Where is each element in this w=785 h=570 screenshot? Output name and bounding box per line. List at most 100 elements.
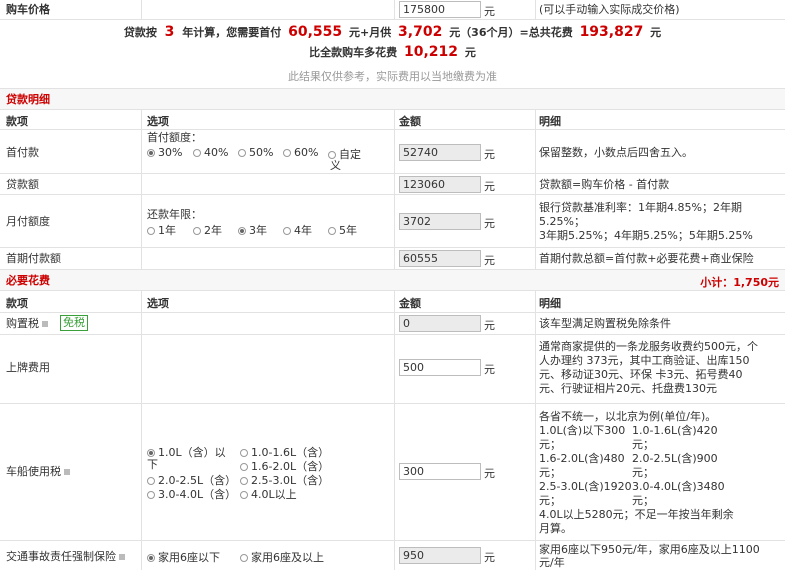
down-sub-label: 首付额度： (147, 131, 202, 144)
plate-detail-3: 元、移动证30元、环保 卡3元、拓号费40 (539, 368, 743, 381)
info-icon[interactable] (42, 321, 48, 327)
col-item: 款项 (6, 115, 28, 128)
vehicle-unit: 元 (484, 467, 495, 480)
radio-year-1[interactable]: 1年 (147, 222, 176, 238)
radio-year-5[interactable]: 5年 (328, 222, 357, 238)
monthly-payment: 3,702 (398, 24, 443, 40)
radio-dot (240, 477, 248, 485)
vehicle-detail: 元； (632, 494, 654, 507)
vehicle-tax-label: 车船使用税 (6, 465, 61, 478)
vehicle-detail: 元； (539, 466, 561, 479)
radio-label: 4.0L以上 (251, 488, 297, 501)
vehicle-tax-input[interactable] (399, 463, 481, 480)
radio-label: 60% (294, 146, 319, 159)
info-icon[interactable] (119, 554, 125, 560)
col-amount: 金额 (399, 297, 421, 310)
vehicle-detail: 1.6-2.0L(含)480 (539, 452, 625, 465)
extra-cost: 10,212 (403, 44, 459, 60)
radio-dot (238, 149, 246, 157)
col-amount: 金额 (399, 115, 421, 128)
row-label-vehicle: 车船使用税 (6, 465, 70, 478)
radio-label: 40% (204, 146, 229, 159)
insurance-unit: 元 (484, 551, 495, 564)
monthly-payment-input[interactable] (399, 213, 481, 230)
summary-text: 元+月供 (348, 26, 392, 39)
radio-dot (147, 449, 155, 457)
loan-amount-unit: 元 (484, 180, 495, 193)
loan-years: 3 (164, 24, 175, 40)
radio-displacement-1[interactable]: 1.0L（含）以 (147, 444, 226, 460)
total-cost: 193,827 (579, 24, 644, 40)
vehicle-detail: 2.0-2.5L(含)900 (632, 452, 718, 465)
radio-dot (240, 463, 248, 471)
radio-dot (238, 227, 246, 235)
monthly-sub-label: 还款年限： (147, 208, 202, 221)
vehicle-detail: 元； (632, 466, 654, 479)
tax-free-badge: 免税 (60, 315, 88, 331)
info-icon[interactable] (64, 469, 70, 475)
radio-down-40[interactable]: 40% (193, 146, 228, 159)
radio-displacement-7[interactable]: 4.0L以上 (240, 486, 297, 502)
summary-line-2: 比全款购车多花费 10,212 元 (0, 44, 785, 60)
required-subtotal: 小计：1,750元 (700, 276, 779, 289)
plate-detail-1: 通常商家提供的一条龙服务收费约500元，个 (539, 340, 758, 353)
radio-dot (147, 227, 155, 235)
row-label-loan: 贷款额 (6, 178, 39, 191)
down-detail: 保留整数，小数点后四舍五入。 (539, 146, 693, 159)
required-section-header: 必要花费 小计：1,750元 (0, 270, 785, 290)
loan-section-header: 贷款明细 (0, 89, 785, 109)
tax-label: 购置税 (6, 317, 39, 330)
radio-label: 1年 (158, 224, 176, 237)
car-price-input[interactable] (399, 1, 481, 18)
vehicle-detail: 各省不统一，以北京为例(单位/年)。 (539, 410, 717, 423)
radio-label: 自定 (339, 148, 361, 161)
col-detail: 明细 (539, 115, 561, 128)
plate-detail-2: 人办理约 373元，其中工商验证、出库150 (539, 354, 750, 367)
radio-label-wrap: 下 (147, 458, 158, 471)
plate-detail-4: 元、行驶证相片20元、托盘费130元 (539, 382, 717, 395)
radio-label: 2年 (204, 224, 222, 237)
first-payment-input[interactable] (399, 250, 481, 267)
down-payment-total: 60,555 (288, 24, 343, 40)
insurance-detail-2: 元/年 (539, 556, 565, 569)
vehicle-detail: 2.5-3.0L(含)1920 (539, 480, 632, 493)
col-option: 选项 (147, 297, 169, 310)
tax-input[interactable] (399, 315, 481, 332)
radio-label: 3.0-4.0L（含） (158, 488, 237, 501)
radio-label: 30% (158, 146, 183, 159)
radio-label: 1.0L（含）以 (158, 446, 226, 459)
loan-amount-input[interactable] (399, 176, 481, 193)
row-label-down: 首付款 (6, 146, 39, 159)
row-label-insurance: 交通事故责任强制保险 (6, 550, 125, 563)
first-detail: 首期付款总额=首付款+必要花费+商业保险 (539, 252, 754, 265)
radio-year-3[interactable]: 3年 (238, 222, 267, 238)
insurance-input[interactable] (399, 547, 481, 564)
summary-text: 元 (650, 26, 662, 39)
loan-section-title: 贷款明细 (6, 93, 50, 106)
vehicle-detail: 月算。 (539, 522, 572, 535)
insurance-detail-1: 家用6座以下950元/年，家用6座及以上1100 (539, 543, 760, 556)
radio-label: 家用6座以下 (158, 551, 220, 564)
summary-text: 元 (464, 46, 476, 59)
radio-seats-under6[interactable]: 家用6座以下 (147, 549, 220, 565)
radio-displacement-6[interactable]: 3.0-4.0L（含） (147, 486, 236, 502)
radio-down-30[interactable]: 30% (147, 146, 182, 159)
rate-detail-3: 3年期5.25%；4年期5.25%；5年期5.25% (539, 229, 753, 242)
plate-fee-input[interactable] (399, 359, 481, 376)
radio-dot (240, 491, 248, 499)
radio-year-2[interactable]: 2年 (193, 222, 222, 238)
first-unit: 元 (484, 254, 495, 267)
radio-seats-6plus[interactable]: 家用6座及以上 (240, 549, 324, 565)
radio-down-50[interactable]: 50% (238, 146, 273, 159)
radio-year-4[interactable]: 4年 (283, 222, 312, 238)
radio-dot (147, 149, 155, 157)
vehicle-detail: 元； (539, 438, 561, 451)
radio-label: 5年 (339, 224, 357, 237)
vehicle-detail: 4.0L以上5280元；不足一年按当年剩余 (539, 508, 734, 521)
radio-dot (240, 554, 248, 562)
price-label: 购车价格 (6, 3, 50, 16)
radio-down-60[interactable]: 60% (283, 146, 318, 159)
tax-unit: 元 (484, 319, 495, 332)
vehicle-detail: 元； (632, 438, 654, 451)
down-payment-input[interactable] (399, 144, 481, 161)
